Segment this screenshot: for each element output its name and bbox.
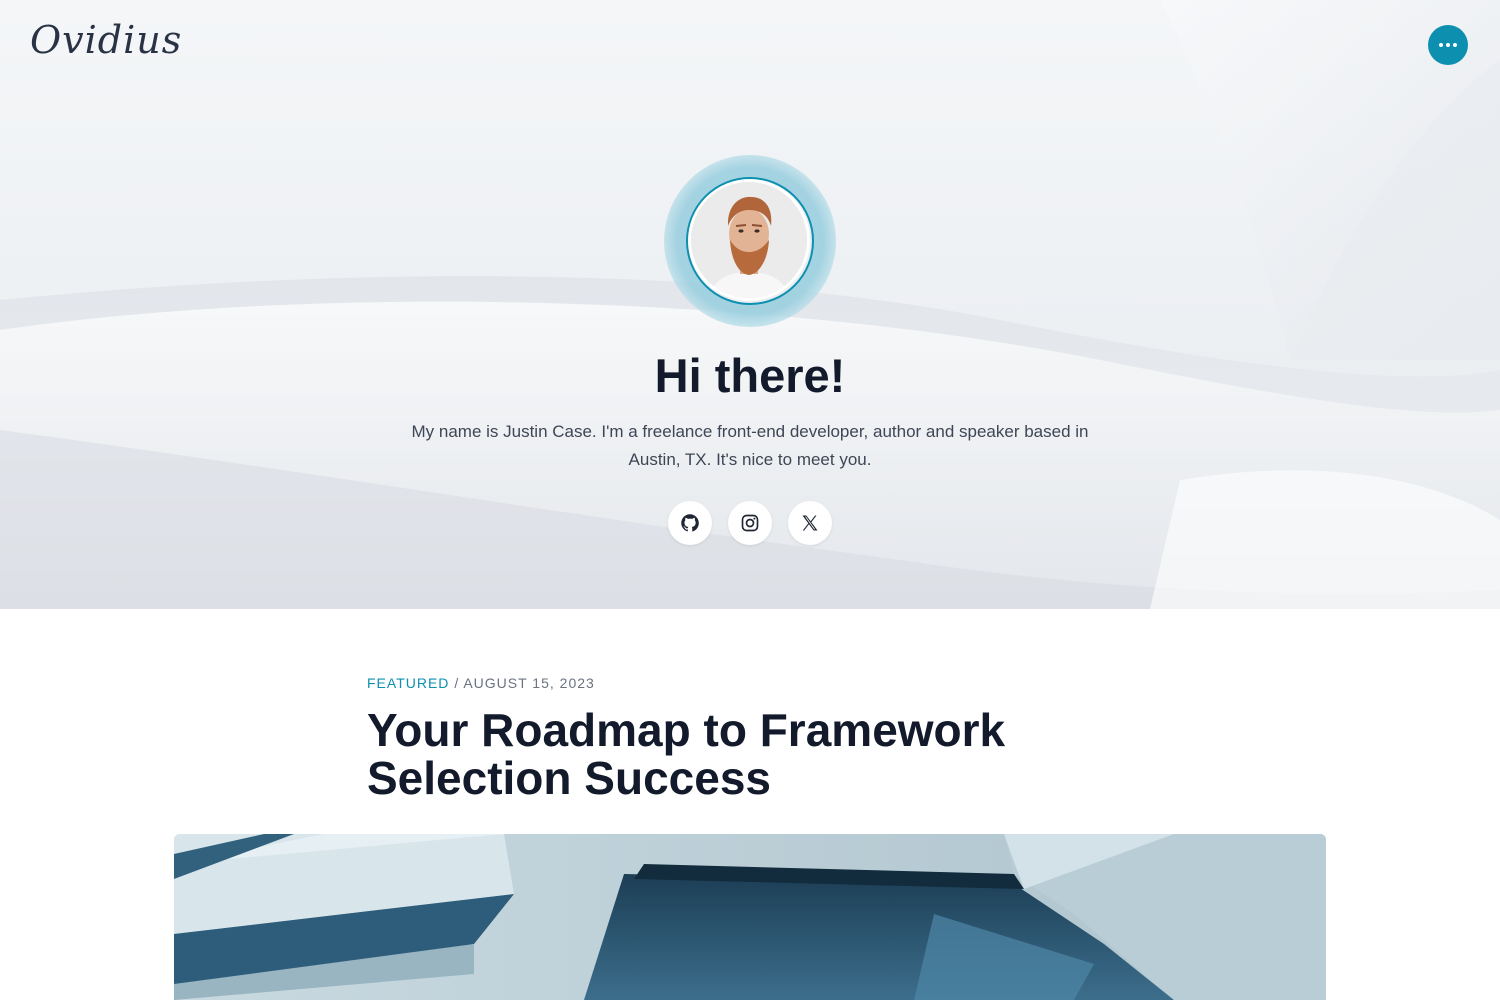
site-logo[interactable]: Ovidius — [30, 18, 182, 62]
post-meta: FEATURED / AUGUST 15, 2023 — [367, 675, 595, 691]
post-category-link[interactable]: FEATURED — [367, 675, 449, 691]
post-meta-separator: / — [454, 675, 460, 691]
social-links — [668, 501, 832, 545]
hero-title: Hi there! — [654, 349, 846, 402]
avatar-portrait — [691, 182, 807, 298]
hero-section: Ovidius Hi there! My name is Justin Case… — [0, 0, 1500, 609]
hero-intro: My name is Justin Case. I'm a freelance … — [411, 422, 1089, 469]
instagram-icon — [741, 514, 759, 532]
x-icon — [802, 515, 818, 531]
avatar — [686, 177, 814, 305]
x-link[interactable] — [788, 501, 832, 545]
github-icon — [681, 514, 699, 532]
avatar-halo — [664, 155, 836, 327]
menu-button[interactable] — [1428, 25, 1468, 65]
post-image-artwork — [174, 834, 1326, 1000]
more-horizontal-icon — [1439, 43, 1457, 47]
post-featured-image[interactable] — [174, 834, 1326, 1000]
instagram-link[interactable] — [728, 501, 772, 545]
post-date: AUGUST 15, 2023 — [463, 675, 595, 691]
github-link[interactable] — [668, 501, 712, 545]
post-title[interactable]: Your Roadmap to Framework Selection Succ… — [367, 706, 1147, 802]
